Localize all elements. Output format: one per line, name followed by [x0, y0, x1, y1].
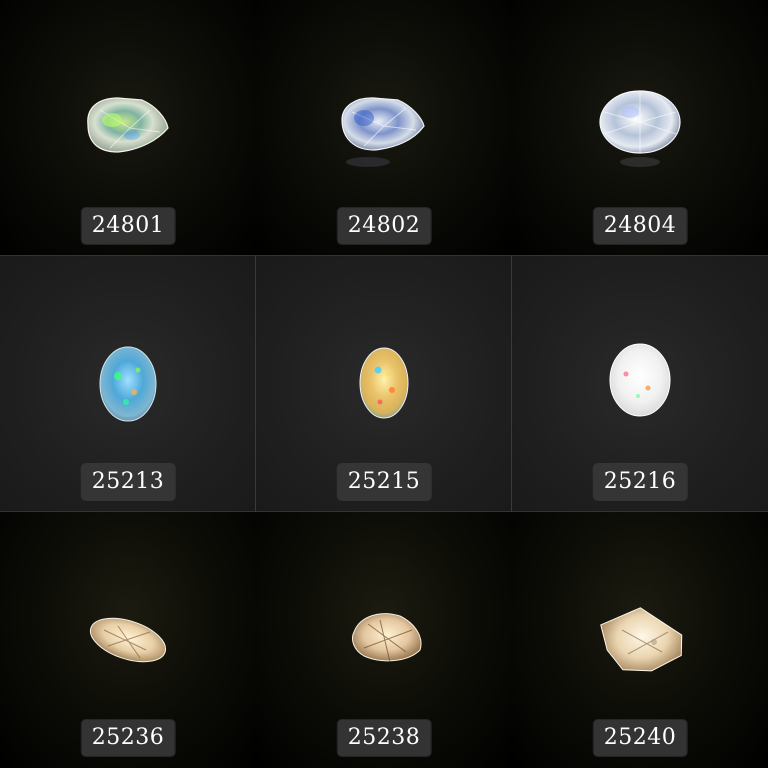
pear-faceted-stone-icon	[341, 97, 425, 167]
gem-tile[interactable]: 25215	[256, 256, 512, 512]
catalog-number-label: 25240	[593, 720, 687, 756]
oval-opal-cabochon-icon	[609, 343, 671, 417]
catalog-number-label: 25215	[337, 464, 431, 500]
oval-rutile-cabochon-icon	[89, 617, 167, 663]
gem-tile[interactable]: 25213	[0, 256, 256, 512]
catalog-number-label: 25213	[81, 464, 175, 500]
catalog-number-label: 24802	[337, 208, 431, 244]
column-divider	[511, 256, 512, 512]
catalog-number-label: 25238	[337, 720, 431, 756]
pear-rutile-cabochon-icon	[351, 613, 422, 663]
gem-tile[interactable]: 25216	[512, 256, 768, 512]
oval-faceted-stone-icon	[599, 90, 681, 167]
catalog-number-label: 25216	[593, 464, 687, 500]
row-divider	[0, 511, 768, 512]
gem-tile[interactable]: 24804	[512, 0, 768, 256]
gem-tile[interactable]: 25238	[256, 512, 512, 768]
column-divider	[255, 256, 256, 512]
gem-tile[interactable]: 24802	[256, 0, 512, 256]
gem-tile[interactable]: 24801	[0, 0, 256, 256]
pear-faceted-stone-icon	[87, 97, 169, 153]
gem-tile[interactable]: 25236	[0, 512, 256, 768]
row-divider	[0, 255, 768, 256]
gem-tile[interactable]: 25240	[512, 512, 768, 768]
oval-opal-cabochon-icon	[359, 347, 409, 419]
oval-opal-cabochon-icon	[99, 346, 157, 422]
catalog-number-label: 25236	[81, 720, 175, 756]
gemstone-grid: 24801 24802 24804 25213 25215 25216 2523…	[0, 0, 768, 768]
catalog-number-label: 24801	[81, 208, 175, 244]
catalog-number-label: 24804	[593, 208, 687, 244]
freeform-rutile-stone-icon	[600, 607, 683, 672]
